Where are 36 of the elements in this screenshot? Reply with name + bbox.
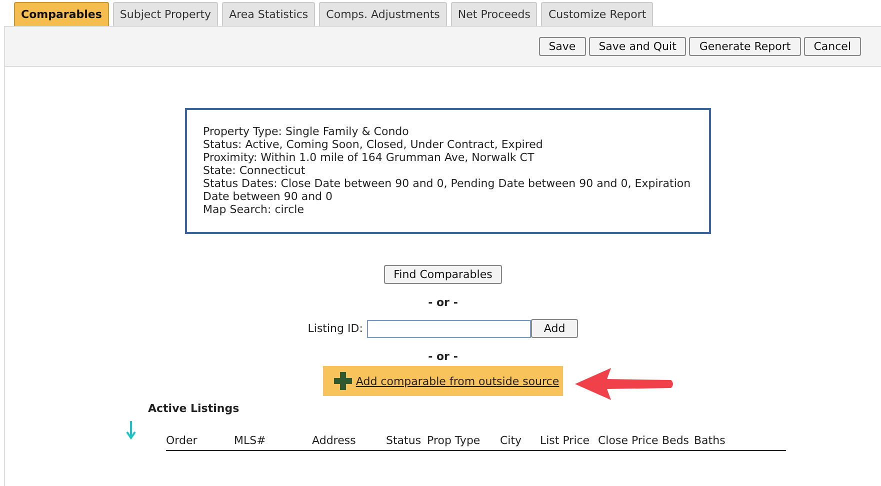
- toolbar-button[interactable]: Save: [538, 37, 586, 56]
- column-header: City: [500, 434, 523, 447]
- toolbar-button[interactable]: Generate Report: [689, 37, 801, 56]
- tab[interactable]: Net Proceeds: [450, 2, 538, 26]
- add-button[interactable]: Add: [530, 319, 578, 338]
- separator-text: - or -: [428, 296, 458, 309]
- down-arrow-icon: [126, 421, 136, 441]
- criteria-line: Status: Active, Coming Soon, Closed, Under Contract, Expired: [203, 138, 544, 151]
- listing-id-field[interactable]: [366, 320, 531, 338]
- column-header: Beds: [662, 434, 690, 447]
- column-header: Status: [386, 434, 422, 447]
- tab[interactable]: Area Statistics: [222, 2, 316, 26]
- tab[interactable]: Comparables: [14, 2, 109, 26]
- criteria-line: State: Connecticut: [203, 164, 306, 177]
- toolbar-button[interactable]: Save and Quit: [588, 37, 686, 56]
- section-title: Active Listings: [148, 402, 240, 415]
- column-header: Address: [312, 434, 357, 447]
- criteria-line: Map Search: circle: [203, 203, 305, 216]
- separator-text: - or -: [428, 350, 458, 363]
- column-header: Prop Type: [427, 434, 482, 447]
- column-header: Baths: [694, 434, 726, 447]
- column-header: List Price: [540, 434, 591, 447]
- find-comparables-button[interactable]: Find Comparables: [384, 265, 502, 284]
- add-outside-source-link[interactable]: Add comparable from outside source: [322, 366, 564, 396]
- column-header: Order: [166, 434, 198, 447]
- tab[interactable]: Comps. Adjustments: [319, 2, 447, 26]
- criteria-line: Proximity: Within 1.0 mile of 164 Grumman Ave, Norwalk CT: [203, 151, 536, 164]
- tab[interactable]: Subject Property: [112, 2, 218, 26]
- toolbar-button[interactable]: Cancel: [804, 37, 861, 56]
- criteria-line: Property Type: Single Family & Condo: [203, 125, 410, 138]
- column-header: Close Price: [598, 434, 660, 447]
- listing-id-label: Listing ID:: [308, 322, 363, 335]
- tab[interactable]: Customize Report: [541, 2, 654, 26]
- criteria-line: Status Dates: Close Date between 90 and 0, Pending Date between 90 and 0, Expiration Date between 90 and 0: [203, 177, 692, 203]
- plus-icon: [334, 372, 352, 390]
- column-header: MLS#: [234, 434, 267, 447]
